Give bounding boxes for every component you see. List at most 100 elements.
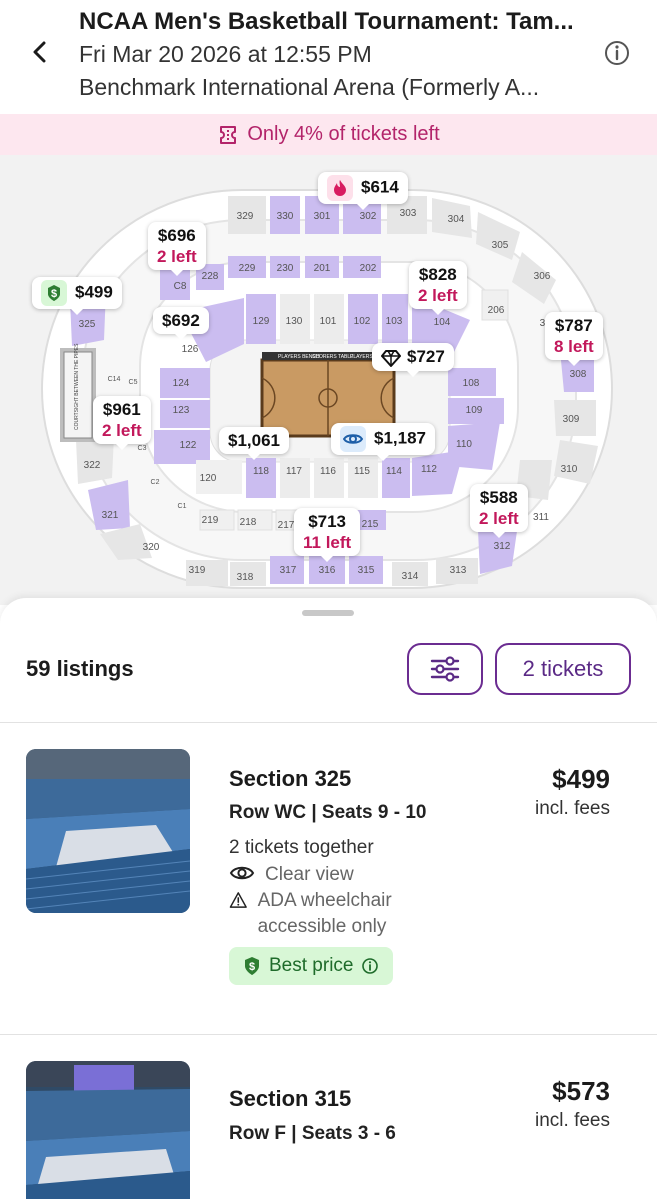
svg-text:217: 217 bbox=[278, 520, 295, 531]
listing-card[interactable]: Section 315 Row F | Seats 3 - 6 $573 inc… bbox=[0, 1034, 657, 1199]
svg-text:320: 320 bbox=[143, 542, 160, 553]
svg-text:317: 317 bbox=[280, 565, 297, 576]
listing-card[interactable]: Section 325 Row WC | Seats 9 - 10 $499 i… bbox=[0, 722, 657, 1034]
svg-text:311: 311 bbox=[533, 512, 549, 523]
scorers-label: SCORERS TABLE bbox=[312, 354, 354, 360]
svg-text:318: 318 bbox=[237, 572, 254, 583]
listing-row-seats: Row WC | Seats 9 - 10 bbox=[229, 802, 427, 823]
price-pin[interactable]: $588 2 left bbox=[470, 484, 528, 538]
svg-text:230: 230 bbox=[277, 263, 294, 274]
svg-text:325: 325 bbox=[79, 319, 96, 330]
best-price-badge[interactable]: $ Best price bbox=[229, 947, 394, 985]
svg-text:315: 315 bbox=[358, 565, 375, 576]
svg-text:228: 228 bbox=[202, 271, 219, 282]
svg-text:329: 329 bbox=[237, 211, 254, 222]
scarcity-banner: Only 4% of tickets left bbox=[0, 114, 657, 155]
svg-text:C14: C14 bbox=[108, 376, 121, 383]
svg-text:202: 202 bbox=[360, 263, 377, 274]
svg-text:118: 118 bbox=[253, 466, 269, 477]
svg-text:124: 124 bbox=[173, 378, 190, 389]
svg-text:310: 310 bbox=[561, 464, 578, 475]
courtsight-sign: COURTSIGHT BETWEEN THE PIPES bbox=[74, 343, 80, 430]
svg-text:308: 308 bbox=[570, 369, 587, 380]
svg-text:103: 103 bbox=[386, 316, 403, 327]
price-pin[interactable]: $1,061 bbox=[219, 427, 289, 460]
header: NCAA Men's Basketball Tournament: Tam...… bbox=[0, 0, 657, 114]
svg-text:304: 304 bbox=[448, 214, 465, 225]
filter-button[interactable] bbox=[407, 643, 483, 695]
price-pin[interactable]: $1,187 bbox=[331, 423, 435, 461]
svg-text:319: 319 bbox=[189, 565, 206, 576]
svg-text:123: 123 bbox=[173, 405, 190, 416]
price-pin[interactable]: $828 2 left bbox=[409, 261, 467, 315]
svg-text:114: 114 bbox=[386, 466, 402, 477]
filter-sliders-icon bbox=[430, 656, 460, 682]
svg-text:C5: C5 bbox=[129, 379, 138, 386]
svg-text:109: 109 bbox=[466, 405, 483, 416]
svg-text:$: $ bbox=[51, 288, 57, 300]
svg-text:322: 322 bbox=[84, 460, 101, 471]
chevron-left-icon bbox=[33, 41, 46, 63]
event-venue: Benchmark International Arena (Formerly … bbox=[79, 74, 540, 100]
price-pin[interactable]: $692 bbox=[153, 307, 209, 340]
section-view-image bbox=[26, 1061, 190, 1199]
svg-text:302: 302 bbox=[360, 211, 377, 222]
svg-text:102: 102 bbox=[354, 316, 371, 327]
listing-fees: incl. fees bbox=[535, 1110, 610, 1131]
svg-text:219: 219 bbox=[202, 515, 219, 526]
ticket-icon bbox=[220, 125, 237, 144]
price-pin[interactable]: $727 bbox=[372, 343, 454, 376]
svg-text:108: 108 bbox=[463, 378, 480, 389]
eye-icon bbox=[229, 866, 255, 880]
svg-text:130: 130 bbox=[286, 316, 303, 327]
svg-text:120: 120 bbox=[200, 473, 217, 484]
price-pin[interactable]: $787 8 left bbox=[545, 312, 603, 366]
svg-text:306: 306 bbox=[534, 271, 551, 282]
svg-text:129: 129 bbox=[253, 316, 270, 327]
svg-text:229: 229 bbox=[239, 263, 256, 274]
price-pin[interactable]: $696 2 left bbox=[148, 222, 206, 276]
svg-text:215: 215 bbox=[362, 519, 379, 530]
price-pin[interactable]: $614 bbox=[318, 172, 408, 210]
svg-text:C3: C3 bbox=[138, 445, 147, 452]
sheet-grabber[interactable] bbox=[302, 610, 354, 616]
svg-text:314: 314 bbox=[402, 571, 419, 582]
svg-text:116: 116 bbox=[320, 466, 336, 477]
svg-text:313: 313 bbox=[450, 565, 467, 576]
price-pin[interactable]: $961 2 left bbox=[93, 396, 151, 450]
svg-text:110: 110 bbox=[456, 439, 472, 450]
listing-section: Section 325 bbox=[229, 766, 352, 791]
section-view-image bbox=[26, 749, 190, 913]
listings-count: 59 listings bbox=[26, 656, 134, 681]
fire-icon bbox=[327, 175, 353, 201]
listing-price: $573 bbox=[552, 1076, 610, 1106]
svg-text:126: 126 bbox=[182, 344, 199, 355]
feature-clear-view: Clear view bbox=[229, 862, 354, 888]
svg-text:C8: C8 bbox=[174, 281, 187, 292]
event-info: NCAA Men's Basketball Tournament: Tam...… bbox=[79, 6, 599, 104]
svg-text:312: 312 bbox=[494, 541, 511, 552]
diamond-icon bbox=[381, 348, 401, 368]
svg-text:C1: C1 bbox=[178, 503, 187, 510]
info-button[interactable] bbox=[602, 38, 632, 68]
svg-text:303: 303 bbox=[400, 208, 417, 219]
svg-text:122: 122 bbox=[180, 440, 197, 451]
svg-text:309: 309 bbox=[563, 414, 580, 425]
listing-fees: incl. fees bbox=[535, 798, 610, 819]
price-pin[interactable]: $ $499 bbox=[32, 277, 122, 315]
price-pin[interactable]: $713 11 left bbox=[294, 508, 361, 562]
ticket-quantity-button[interactable]: 2 tickets bbox=[495, 643, 631, 695]
info-icon bbox=[605, 41, 629, 65]
svg-text:316: 316 bbox=[319, 565, 336, 576]
svg-text:206: 206 bbox=[488, 305, 505, 316]
tickets-together: 2 tickets together bbox=[229, 837, 374, 858]
warning-icon bbox=[229, 892, 247, 908]
listings-sheet: 59 listings 2 tickets Section 325 Row WC… bbox=[0, 598, 657, 1199]
info-icon[interactable] bbox=[361, 957, 379, 975]
svg-text:305: 305 bbox=[492, 240, 509, 251]
back-button[interactable] bbox=[24, 36, 56, 68]
seat-map[interactable]: PLAYERS BENCH SCORERS TABLE PLAYERS BENC… bbox=[0, 155, 657, 605]
svg-text:$: $ bbox=[249, 961, 255, 973]
event-title: NCAA Men's Basketball Tournament: Tam... bbox=[79, 8, 574, 35]
svg-text:301: 301 bbox=[314, 211, 331, 222]
